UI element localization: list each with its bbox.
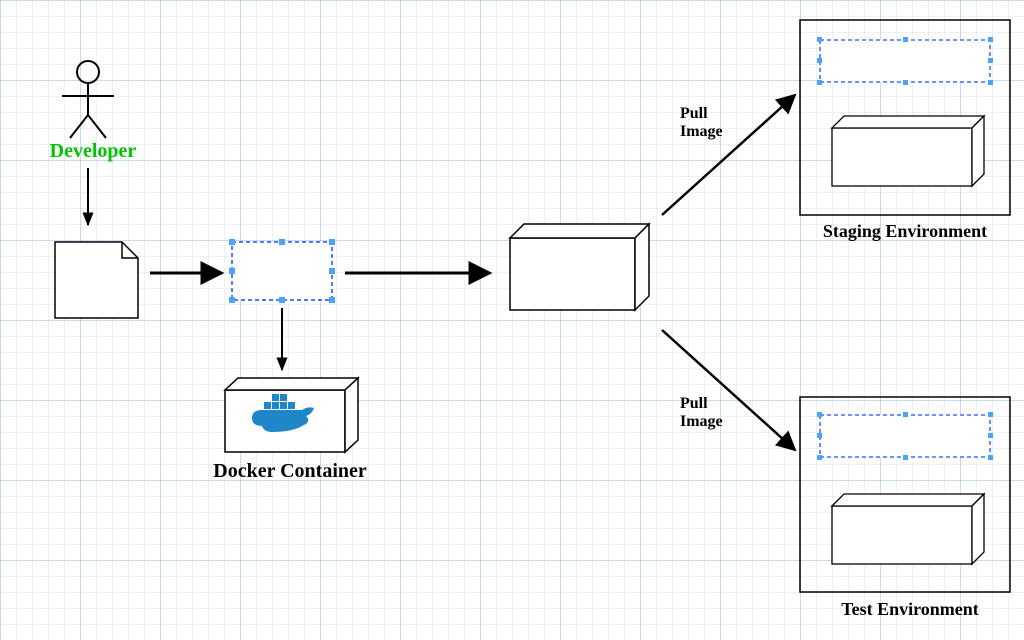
docker-container-caption: Docker Container [190,460,390,482]
staging-docker-container-label: Docker Container [840,140,960,177]
arrow-hub-test [662,330,795,450]
docker-whale-icon [252,394,314,432]
staging-env-box [800,20,1010,215]
docker-file-label: Docker File [60,260,130,297]
docker-hub-label: Docker Hub [528,250,618,294]
pull-image-label-top: Pull Image [680,105,740,140]
test-docker-container-label: Docker Container [840,517,960,554]
developer-icon [62,61,114,138]
staging-docker-image-label: Docker Image [830,55,980,75]
developer-label: Developer [38,140,148,162]
docker-container-box [225,378,358,452]
staging-environment-caption: Staging Environment [800,222,1010,242]
test-env-box [800,397,1010,592]
test-docker-image-label: Docker Image [830,430,980,450]
test-environment-caption: Test Environment [810,600,1010,620]
diagram-stage: Developer Docker File Docker Image Docke… [0,0,1024,640]
pull-image-label-bottom: Pull Image [680,395,740,430]
docker-image-label: Docker Image [238,252,324,289]
